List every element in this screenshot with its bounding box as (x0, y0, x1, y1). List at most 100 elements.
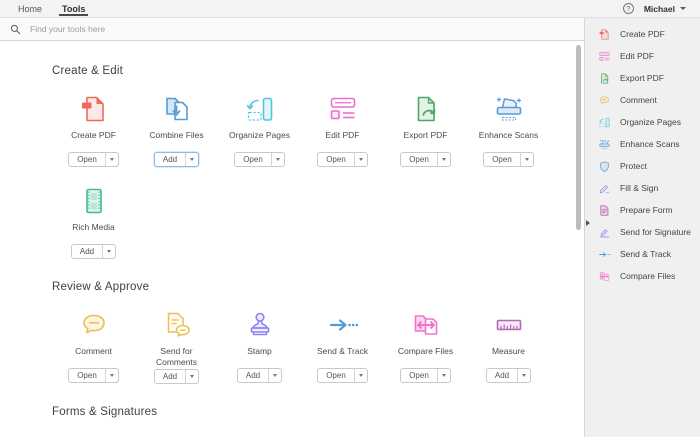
search-bar (0, 18, 584, 41)
tool-card-compare-files: Compare Files Open (384, 307, 467, 384)
dropdown-caret-icon[interactable] (354, 369, 367, 382)
search-input[interactable] (28, 23, 574, 35)
tool-button-label[interactable]: Open (235, 153, 271, 166)
tool-button-label[interactable]: Open (318, 153, 354, 166)
tool-button-label[interactable]: Open (401, 153, 437, 166)
open-dropdown-button-enhance-scans[interactable]: Open (483, 152, 534, 167)
open-dropdown-button-export-pdf[interactable]: Open (400, 152, 451, 167)
fill-sign-icon (598, 182, 611, 195)
tab-strip: Home Tools (0, 0, 95, 17)
open-dropdown-button-send-track[interactable]: Open (317, 368, 368, 383)
section-review-approve: Review & Approve Comment Open Send for C… (52, 281, 584, 384)
dropdown-caret-icon[interactable] (185, 153, 198, 166)
chevron-down-icon (680, 7, 686, 10)
dropdown-caret-icon[interactable] (102, 245, 115, 258)
tool-card-measure: Measure Add (467, 307, 550, 384)
dropdown-caret-icon[interactable] (517, 369, 530, 382)
export-pdf-icon (410, 93, 442, 125)
tool-button-label[interactable]: Open (318, 369, 354, 382)
section-title: Review & Approve (52, 281, 584, 293)
sidebar-item-fill-sign[interactable]: Fill & Sign (585, 177, 700, 199)
dropdown-caret-icon[interactable] (105, 369, 118, 382)
tool-label: Send for Comments (141, 346, 213, 367)
section-forms-signatures: Forms & Signatures (52, 406, 584, 432)
add-dropdown-button-measure[interactable]: Add (486, 368, 531, 383)
sidebar-item-label: Organize Pages (620, 117, 681, 127)
tool-card-export-pdf: Export PDF Open (384, 91, 467, 167)
open-dropdown-button-compare-files[interactable]: Open (400, 368, 451, 383)
dropdown-caret-icon[interactable] (268, 369, 281, 382)
tool-button-label[interactable]: Add (238, 369, 268, 382)
edit-pdf-icon (598, 50, 611, 63)
section-tools: Comment Open Send for Comments Add Stamp… (52, 307, 562, 384)
dropdown-caret-icon[interactable] (437, 153, 450, 166)
sidebar-item-comment[interactable]: Comment (585, 89, 700, 111)
tool-label: Edit PDF (325, 130, 359, 150)
tool-card-create-pdf: Create PDF Open (52, 91, 135, 167)
sidebar-item-send-for-signature[interactable]: Send for Signature (585, 221, 700, 243)
vertical-scrollbar[interactable] (576, 45, 581, 230)
sidebar-item-label: Edit PDF (620, 51, 654, 61)
sidebar-item-list: Create PDF Edit PDF Export PDF Comment O… (585, 23, 700, 287)
tool-button-label[interactable]: Open (484, 153, 520, 166)
open-dropdown-button-comment[interactable]: Open (68, 368, 119, 383)
sidebar-item-protect[interactable]: Protect (585, 155, 700, 177)
organize-pages-icon (598, 116, 611, 129)
sidebar-item-label: Prepare Form (620, 205, 672, 215)
sidebar-item-label: Compare Files (620, 271, 675, 281)
dropdown-caret-icon[interactable] (271, 153, 284, 166)
dropdown-caret-icon[interactable] (185, 370, 198, 383)
add-dropdown-button-send-for-comments[interactable]: Add (154, 369, 199, 384)
tool-label: Enhance Scans (479, 130, 539, 150)
tool-card-send-track: Send & Track Open (301, 307, 384, 384)
sidebar-item-enhance-scans[interactable]: Enhance Scans (585, 133, 700, 155)
dropdown-caret-icon[interactable] (437, 369, 450, 382)
rich-media-icon (78, 185, 110, 217)
sidebar-collapse-button[interactable] (586, 218, 594, 228)
add-dropdown-button-combine-files[interactable]: Add (154, 152, 199, 167)
tool-button-label[interactable]: Add (155, 370, 185, 383)
dropdown-caret-icon[interactable] (520, 153, 533, 166)
send-track-icon (598, 248, 611, 261)
organize-pages-icon (244, 93, 276, 125)
sidebar-item-label: Create PDF (620, 29, 665, 39)
add-dropdown-button-stamp[interactable]: Add (237, 368, 282, 383)
tool-label: Stamp (247, 346, 272, 366)
section-create-edit: Create & Edit Create PDF Open Combine Fi… (52, 65, 584, 259)
sidebar-item-label: Comment (620, 95, 657, 105)
tool-button-label[interactable]: Add (487, 369, 517, 382)
tool-label: Combine Files (149, 130, 203, 150)
compare-files-icon (410, 309, 442, 341)
tools-grid: Create & Edit Create PDF Open Combine Fi… (0, 41, 584, 432)
sidebar-item-edit-pdf[interactable]: Edit PDF (585, 45, 700, 67)
user-menu[interactable]: Michael (644, 4, 686, 14)
tab-tools[interactable]: Tools (52, 0, 95, 17)
open-dropdown-button-organize-pages[interactable]: Open (234, 152, 285, 167)
tool-label: Organize Pages (229, 130, 290, 150)
sidebar-item-organize-pages[interactable]: Organize Pages (585, 111, 700, 133)
tool-button-label[interactable]: Add (72, 245, 102, 258)
open-dropdown-button-edit-pdf[interactable]: Open (317, 152, 368, 167)
sidebar-item-create-pdf[interactable]: Create PDF (585, 23, 700, 45)
tab-home[interactable]: Home (8, 0, 52, 17)
sidebar-item-compare-files[interactable]: Compare Files (585, 265, 700, 287)
dropdown-caret-icon[interactable] (354, 153, 367, 166)
add-dropdown-button-rich-media[interactable]: Add (71, 244, 116, 259)
tool-label: Measure (492, 346, 525, 366)
top-bar-right: ? Michael (623, 0, 700, 17)
edit-pdf-icon (327, 93, 359, 125)
dropdown-caret-icon[interactable] (105, 153, 118, 166)
tool-card-comment: Comment Open (52, 307, 135, 384)
tool-button-label[interactable]: Open (69, 153, 105, 166)
tool-button-label[interactable]: Open (401, 369, 437, 382)
tool-button-label[interactable]: Open (69, 369, 105, 382)
open-dropdown-button-create-pdf[interactable]: Open (68, 152, 119, 167)
help-icon[interactable]: ? (623, 3, 634, 14)
tool-button-label[interactable]: Add (155, 153, 185, 166)
sidebar-item-export-pdf[interactable]: Export PDF (585, 67, 700, 89)
export-pdf-icon (598, 72, 611, 85)
sidebar-item-label: Enhance Scans (620, 139, 680, 149)
sidebar-item-prepare-form[interactable]: Prepare Form (585, 199, 700, 221)
right-sidebar: Create PDF Edit PDF Export PDF Comment O… (584, 18, 700, 437)
sidebar-item-send-track[interactable]: Send & Track (585, 243, 700, 265)
